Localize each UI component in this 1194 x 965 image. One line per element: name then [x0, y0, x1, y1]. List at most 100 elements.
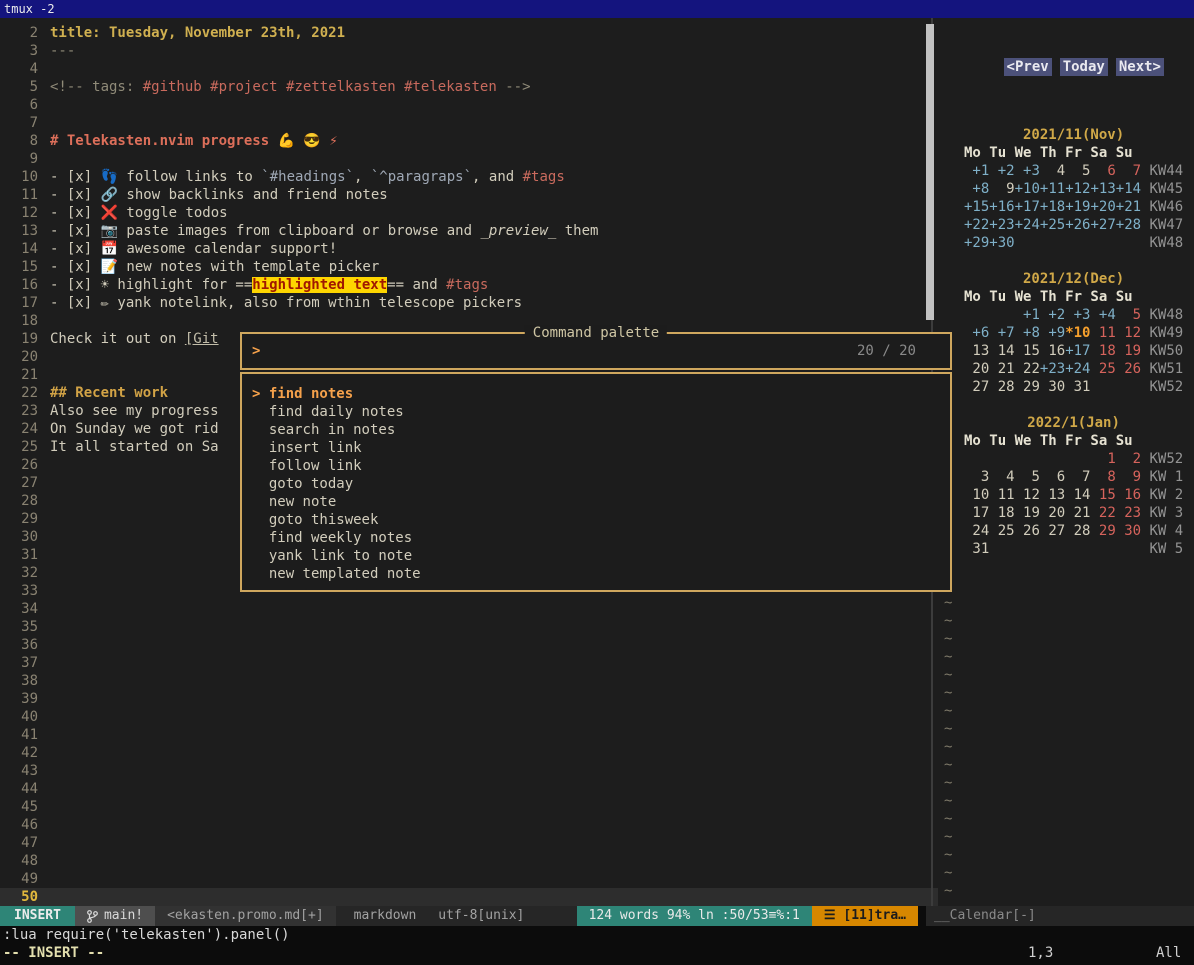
calendar-day[interactable]: 11: [989, 487, 1014, 503]
palette-item[interactable]: find weekly notes: [252, 529, 950, 547]
calendar-day[interactable]: 24: [964, 523, 989, 539]
palette-item[interactable]: new templated note: [252, 565, 950, 583]
calendar-day[interactable]: +15: [964, 199, 989, 215]
editor-line[interactable]: 16- [x] ☀ highlight for ==highlighted te…: [0, 276, 938, 294]
calendar-day[interactable]: +9: [1040, 325, 1065, 341]
calendar-day[interactable]: 15: [1090, 487, 1115, 503]
calendar-day[interactable]: 13: [1040, 487, 1065, 503]
calendar-day[interactable]: +4: [1090, 307, 1115, 323]
calendar-day[interactable]: +17: [1015, 199, 1040, 215]
palette-item[interactable]: yank link to note: [252, 547, 950, 565]
calendar-day[interactable]: 6: [1040, 469, 1065, 485]
calendar-day[interactable]: 5: [1065, 163, 1090, 179]
editor-line[interactable]: 44: [0, 780, 938, 798]
calendar-day[interactable]: 31: [964, 541, 989, 557]
calendar-day[interactable]: 12: [1116, 325, 1141, 341]
calendar-day[interactable]: 15: [1015, 343, 1040, 359]
editor-line[interactable]: 14- [x] 📅 awesome calendar support!: [0, 240, 938, 258]
calendar-day[interactable]: 21: [1065, 505, 1090, 521]
calendar-day[interactable]: 4: [1040, 163, 1065, 179]
calendar-day[interactable]: 28: [1065, 523, 1090, 539]
calendar-day[interactable]: +8: [964, 181, 989, 197]
calendar-day[interactable]: 10: [964, 487, 989, 503]
editor-line[interactable]: 9: [0, 150, 938, 168]
editor-line[interactable]: 46: [0, 816, 938, 834]
calendar-day[interactable]: 16: [1116, 487, 1141, 503]
calendar-day[interactable]: +28: [1116, 217, 1141, 233]
calendar-day[interactable]: 30: [1040, 379, 1065, 395]
editor-line[interactable]: 4: [0, 60, 938, 78]
calendar-day[interactable]: 30: [1116, 523, 1141, 539]
palette-item[interactable]: > find notes: [252, 385, 950, 403]
calendar-day[interactable]: +23: [1040, 361, 1065, 377]
scrollbar-thumb[interactable]: [926, 24, 934, 320]
editor-line[interactable]: 15- [x] 📝 new notes with template picker: [0, 258, 938, 276]
editor-line[interactable]: 3---: [0, 42, 938, 60]
editor-line[interactable]: 45: [0, 798, 938, 816]
editor-line[interactable]: 6: [0, 96, 938, 114]
calendar-day[interactable]: 12: [1015, 487, 1040, 503]
editor-line[interactable]: 43: [0, 762, 938, 780]
calendar-day[interactable]: +10: [1015, 181, 1040, 197]
calendar-day[interactable]: 1: [1090, 451, 1115, 467]
calendar-day[interactable]: 22: [1090, 505, 1115, 521]
calendar-day[interactable]: 25: [1090, 361, 1115, 377]
calendar-day[interactable]: 11: [1090, 325, 1115, 341]
editor-line[interactable]: 8# Telekasten.nvim progress 💪 😎 ⚡: [0, 132, 938, 150]
calendar-day[interactable]: 20: [1040, 505, 1065, 521]
palette-item[interactable]: follow link: [252, 457, 950, 475]
calendar-day[interactable]: +29: [964, 235, 989, 251]
calendar-day[interactable]: 23: [1116, 505, 1141, 521]
editor-line[interactable]: 37: [0, 654, 938, 672]
editor-line[interactable]: 48: [0, 852, 938, 870]
calendar-day[interactable]: 26: [1116, 361, 1141, 377]
calendar-day[interactable]: 17: [964, 505, 989, 521]
calendar-day[interactable]: 7: [1116, 163, 1141, 179]
calendar-prev-button[interactable]: <Prev: [1004, 58, 1052, 76]
calendar-day[interactable]: +22: [964, 217, 989, 233]
palette-item[interactable]: search in notes: [252, 421, 950, 439]
calendar-day[interactable]: 18: [1090, 343, 1115, 359]
editor-line[interactable]: 18: [0, 312, 938, 330]
calendar-day[interactable]: 2: [1116, 451, 1141, 467]
calendar-day[interactable]: 5: [1015, 469, 1040, 485]
editor-line[interactable]: 5<!-- tags: #github #project #zettelkast…: [0, 78, 938, 96]
calendar-day[interactable]: 26: [1015, 523, 1040, 539]
calendar-next-button[interactable]: Next>: [1116, 58, 1164, 76]
calendar-day[interactable]: +8: [1015, 325, 1040, 341]
calendar-today-button[interactable]: Today: [1060, 58, 1108, 76]
calendar-day[interactable]: 7: [1065, 469, 1090, 485]
calendar-day[interactable]: +7: [989, 325, 1014, 341]
calendar-day[interactable]: +24: [1015, 217, 1040, 233]
calendar-day[interactable]: +14: [1116, 181, 1141, 197]
palette-item[interactable]: find daily notes: [252, 403, 950, 421]
calendar-day[interactable]: 25: [989, 523, 1014, 539]
palette-item[interactable]: insert link: [252, 439, 950, 457]
calendar-day[interactable]: 19: [1116, 343, 1141, 359]
calendar-day[interactable]: 4: [989, 469, 1014, 485]
calendar-day[interactable]: +30: [989, 235, 1014, 251]
editor-line[interactable]: 38: [0, 672, 938, 690]
calendar-day[interactable]: +25: [1040, 217, 1065, 233]
editor-line[interactable]: 39: [0, 690, 938, 708]
editor-line[interactable]: 50: [0, 888, 938, 906]
calendar-day[interactable]: +26: [1065, 217, 1090, 233]
calendar-day[interactable]: +17: [1065, 343, 1090, 359]
calendar-day[interactable]: +2: [989, 163, 1014, 179]
calendar-day[interactable]: +20: [1090, 199, 1115, 215]
palette-item[interactable]: goto today: [252, 475, 950, 493]
calendar-day[interactable]: +1: [1015, 307, 1040, 323]
calendar-day[interactable]: 28: [989, 379, 1014, 395]
calendar-day[interactable]: 29: [1015, 379, 1040, 395]
calendar-day[interactable]: 13: [964, 343, 989, 359]
calendar-day[interactable]: *10: [1065, 325, 1090, 341]
calendar-day[interactable]: +6: [964, 325, 989, 341]
calendar-day[interactable]: +16: [989, 199, 1014, 215]
editor-line[interactable]: 40: [0, 708, 938, 726]
calendar-day[interactable]: 14: [989, 343, 1014, 359]
calendar-day[interactable]: 8: [1090, 469, 1115, 485]
palette-item[interactable]: new note: [252, 493, 950, 511]
editor-line[interactable]: 36: [0, 636, 938, 654]
editor-line[interactable]: 42: [0, 744, 938, 762]
calendar-day[interactable]: +3: [1015, 163, 1040, 179]
